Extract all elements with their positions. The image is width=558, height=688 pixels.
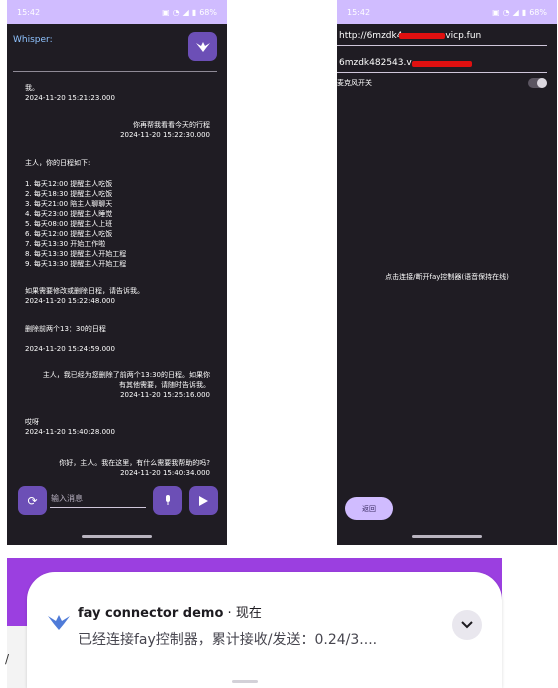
chat-message-text: 我。 <box>25 84 39 92</box>
chat-message-text: 删除前两个13：30的日程 <box>25 325 106 333</box>
chat-list[interactable]: 我。 2024-11-20 15:21:23.000 你再帮我看看今天的行程 2024… <box>7 80 227 480</box>
chat-message: 7. 每天13:30 开始工作啦 <box>25 239 105 249</box>
wifi-icon: ◔ <box>502 7 510 17</box>
chat-message-text: 9. 每天13:30 提醒主人开始工程 <box>25 260 127 268</box>
chat-message-text: 哎呀 <box>25 418 39 426</box>
chat-message: 哎呀 2024-11-20 15:40:28.000 <box>25 417 115 437</box>
chat-message: 9. 每天13:30 提醒主人开始工程 <box>25 259 126 269</box>
chat-message: 你好，主人。我在这里，有什么需要我帮助的吗? 2024-11-20 15:40:3… <box>59 458 210 478</box>
chat-message-time: 2024-11-20 15:24:59.000 <box>25 345 115 353</box>
chat-input-bar: ⟳ <box>7 485 227 515</box>
send-icon <box>199 495 208 506</box>
chat-message: 8. 每天13:30 提醒主人开始工程 <box>25 249 126 259</box>
notification-app-name: fay connector demo <box>78 606 224 621</box>
battery-level: 68% <box>529 7 547 17</box>
chat-message-text: 3. 每天21:00 陪主人聊聊天 <box>25 200 113 208</box>
chat-message: 6. 每天12:00 提醒主人吃饭 <box>25 229 112 239</box>
battery-icon: ▮ <box>191 7 197 17</box>
chat-message-text: 你好，主人。我在这里，有什么需要我帮助的吗? <box>59 459 210 467</box>
connect-hint[interactable]: 点击连接/断开fay控制器(语音保持在线) <box>337 272 557 282</box>
expand-button[interactable] <box>452 610 482 640</box>
chat-message: 2. 每天18:30 提醒主人吃饭 <box>25 189 112 199</box>
status-bar: 15:42 ▣ ◔ ◢ ▮ 68% <box>7 0 227 24</box>
chat-message-text: 有其他需要，请随时告诉我。 <box>119 381 210 389</box>
redaction-mark <box>399 33 445 39</box>
notification-time: 现在 <box>235 606 262 621</box>
refresh-icon: ⟳ <box>27 493 38 508</box>
chat-message: 5. 每天08:00 提醒主人上班 <box>25 219 112 229</box>
status-bar: 15:42 ▣ ◔ ◢ ▮ 68% <box>337 0 557 24</box>
mic-switch-label: 麦克风开关 <box>337 79 372 87</box>
mic-switch-row: 麦克风开关 <box>337 76 547 90</box>
chat-message: 2024-11-20 15:24:59.000 <box>25 344 115 354</box>
notification-card[interactable]: fay connector demo · 现在 已经连接fay控制器，累计接收/… <box>27 572 502 688</box>
chat-message: 你再帮我看看今天的行程 2024-11-20 15:22:30.000 <box>120 120 210 140</box>
notification-separator: · <box>227 606 232 621</box>
gesture-bar <box>82 535 152 538</box>
device-id-field[interactable]: 6mzdk482543.v <box>337 53 547 73</box>
chat-message: 我。 2024-11-20 15:21:23.000 <box>25 83 115 103</box>
chat-screen: 15:42 ▣ ◔ ◢ ▮ 68% Whisper: 我。 2024-11-20 … <box>7 0 227 545</box>
chat-message-text: 4. 每天23:00 提醒主人睡觉 <box>25 210 113 218</box>
refresh-button[interactable]: ⟳ <box>18 486 47 515</box>
signal-icon: ◢ <box>512 7 519 17</box>
chat-message: 3. 每天21:00 陪主人聊聊天 <box>25 199 112 209</box>
chat-message-text: 7. 每天13:30 开始工作啦 <box>25 240 106 248</box>
server-url-suffix: .vicp.fun <box>442 30 482 41</box>
device-id-prefix: 6mzdk482543.v <box>339 57 412 68</box>
mic-button[interactable] <box>153 486 182 515</box>
chat-message-time: 2024-11-20 15:21:23.000 <box>25 94 115 102</box>
chat-message-text: 2. 每天18:30 提醒主人吃饭 <box>25 190 113 198</box>
status-time: 15:42 <box>17 7 41 17</box>
notification-icon: ▣ <box>162 7 170 17</box>
connector-screen: 15:42 ▣ ◔ ◢ ▮ 68% http://6mzdk4 .vicp.fu… <box>337 0 557 545</box>
chat-message-time: 2024-11-20 15:22:48.000 <box>25 297 115 305</box>
mic-icon <box>165 495 170 505</box>
mic-switch-knob <box>537 78 547 88</box>
notification-body: 已经连接fay控制器，累计接收/发送：0.24/3.... <box>78 632 378 648</box>
chat-message-time: 2024-11-20 15:40:28.000 <box>25 428 115 436</box>
background-text-fragment: / <box>5 652 10 666</box>
server-url-prefix: http://6mzdk4 <box>339 30 403 41</box>
chat-message-text: 你再帮我看看今天的行程 <box>133 121 210 129</box>
chat-message-text: 6. 每天12:00 提醒主人吃饭 <box>25 230 113 238</box>
chat-message: 有其他需要，请随时告诉我。 2024-11-20 15:25:16.000 <box>119 380 210 400</box>
chat-message-text: 8. 每天13:30 提醒主人开始工程 <box>25 250 127 258</box>
signal-icon: ◢ <box>182 7 189 17</box>
status-time: 15:42 <box>347 7 371 17</box>
message-input[interactable] <box>50 490 146 508</box>
chat-message-text: 主人，你的日程如下: <box>25 159 91 167</box>
send-button[interactable] <box>189 486 218 515</box>
battery-level: 68% <box>199 7 217 17</box>
chat-message-time: 2024-11-20 15:40:34.000 <box>120 469 210 477</box>
gesture-bar <box>412 535 482 538</box>
chat-message-time: 2024-11-20 15:22:30.000 <box>120 131 210 139</box>
redaction-mark <box>412 61 472 67</box>
fay-logo-icon <box>195 41 210 52</box>
whisper-label: Whisper: <box>13 35 53 45</box>
chat-message-text: 1. 每天12:00 提醒主人吃饭 <box>25 180 113 188</box>
server-url-field[interactable]: http://6mzdk4 .vicp.fun <box>337 26 547 46</box>
chat-message-text: 5. 每天08:00 提醒主人上班 <box>25 220 113 228</box>
chat-message: 删除前两个13：30的日程 <box>25 324 106 334</box>
chat-message: 4. 每天23:00 提醒主人睡觉 <box>25 209 112 219</box>
chat-message-text: 主人，我已经为您删除了前两个13:30的日程。如果你 <box>42 371 210 379</box>
header-divider <box>13 71 217 72</box>
fay-logo-button[interactable] <box>188 32 217 61</box>
notification-drag-handle[interactable] <box>232 680 258 683</box>
chat-message: 1. 每天12:00 提醒主人吃饭 <box>25 179 112 189</box>
notification-title: fay connector demo · 现在 <box>78 602 262 621</box>
wifi-icon: ◔ <box>172 7 180 17</box>
battery-icon: ▮ <box>521 7 527 17</box>
chat-message: 主人，你的日程如下: <box>25 158 90 168</box>
chat-message: 如果需要修改或删除日程，请告诉我。 2024-11-20 15:22:48.000 <box>25 286 144 306</box>
chat-message: 主人，我已经为您删除了前两个13:30的日程。如果你 <box>43 370 210 380</box>
fay-logo-icon <box>48 615 70 630</box>
notification-icon: ▣ <box>492 7 500 17</box>
chat-message-time: 2024-11-20 15:25:16.000 <box>120 391 210 399</box>
back-button[interactable]: 返回 <box>345 497 393 520</box>
chevron-down-icon <box>461 621 473 629</box>
chat-message-text: 如果需要修改或删除日程，请告诉我。 <box>25 287 144 295</box>
mic-switch[interactable] <box>528 78 547 88</box>
